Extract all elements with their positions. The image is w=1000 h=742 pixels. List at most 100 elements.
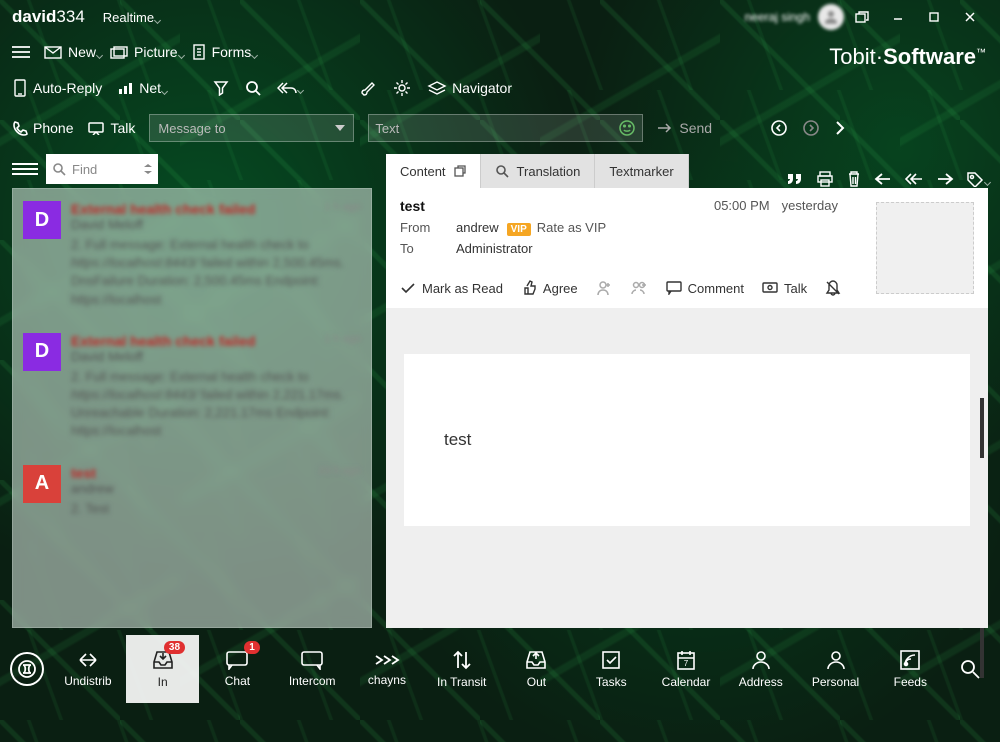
- list-item-time: 23 h ago: [318, 465, 361, 481]
- list-item-from: andrew: [71, 481, 361, 496]
- main-area: Find D External health check failed 1 h a…: [0, 150, 1000, 628]
- hamburger-menu[interactable]: [12, 45, 30, 59]
- close-button[interactable]: [952, 4, 988, 30]
- brush-icon[interactable]: [359, 80, 377, 96]
- window-tabs-icon[interactable]: [844, 4, 880, 30]
- svg-text:7: 7: [684, 659, 689, 668]
- list-item-time: 1 h ago: [324, 201, 361, 217]
- reading-pane: test 05:00 PMyesterday FromandrewVIPRate…: [386, 188, 988, 628]
- message-body-area: test: [386, 308, 988, 628]
- quote-icon[interactable]: [786, 172, 804, 186]
- talk-button[interactable]: Talk: [87, 120, 135, 136]
- list-item[interactable]: D External health check failed1 h ago Da…: [13, 321, 371, 453]
- nav-intransit[interactable]: In Transit: [425, 635, 498, 703]
- app-brand: david334: [12, 7, 85, 27]
- add-people-icon[interactable]: [630, 280, 648, 296]
- nav-in[interactable]: 38In: [126, 635, 199, 703]
- nav-calendar[interactable]: 7Calendar: [650, 635, 723, 703]
- search-icon[interactable]: [245, 80, 261, 96]
- nav-tasks[interactable]: Tasks: [575, 635, 648, 703]
- list-item-title: test: [71, 465, 96, 481]
- global-search-icon[interactable]: [951, 635, 990, 703]
- list-avatar: D: [23, 201, 61, 239]
- message-text-input[interactable]: Text: [368, 114, 643, 142]
- sender-photo-placeholder: [876, 202, 974, 294]
- list-item-from: David Meloff: [71, 349, 361, 364]
- reply-all-icon[interactable]: [277, 81, 297, 95]
- chat-badge: 1: [244, 641, 260, 654]
- nav-next-icon[interactable]: [834, 120, 846, 136]
- send-button[interactable]: Send: [657, 120, 712, 136]
- auto-reply-button[interactable]: Auto-Reply: [12, 79, 102, 97]
- user-label[interactable]: neeraj singh: [745, 4, 844, 30]
- tag-icon[interactable]: [966, 171, 984, 187]
- nav-back-icon[interactable]: [770, 119, 788, 137]
- nav-chayns[interactable]: chayns: [351, 635, 424, 703]
- search-icon: [495, 164, 509, 178]
- from-value: andrewVIPRate as VIP: [456, 220, 606, 235]
- rate-vip[interactable]: Rate as VIP: [537, 220, 606, 235]
- nav-intercom[interactable]: Intercom: [276, 635, 349, 703]
- agree-button[interactable]: Agree: [521, 280, 578, 296]
- list-item[interactable]: D External health check failed 1 h ago Da…: [13, 189, 371, 321]
- list-item-preview: 2. Test: [71, 500, 361, 518]
- forms-button[interactable]: Forms: [192, 44, 252, 60]
- list-menu-icon[interactable]: [12, 163, 38, 175]
- message-list[interactable]: D External health check failed 1 h ago Da…: [12, 188, 372, 628]
- nav-feeds[interactable]: Feeds: [874, 635, 947, 703]
- talk-action-button[interactable]: Talk: [762, 281, 807, 296]
- settings-icon[interactable]: [393, 79, 411, 97]
- emoji-icon[interactable]: [618, 119, 636, 137]
- message-to-input[interactable]: Message to: [149, 114, 354, 142]
- list-item-title: External health check failed: [71, 333, 255, 349]
- tab-translation[interactable]: Translation: [481, 154, 596, 188]
- reader-tabs: Content Translation Textmarker: [386, 150, 988, 188]
- list-item-preview: 2. Full message: External health check t…: [71, 236, 361, 309]
- app-icon[interactable]: [10, 652, 44, 686]
- list-avatar: D: [23, 333, 61, 371]
- realtime-menu[interactable]: Realtime: [103, 10, 154, 25]
- titlebar: david334 Realtime neeraj singh: [0, 0, 1000, 34]
- from-label: From: [400, 220, 438, 235]
- list-item-from: David Meloff: [71, 217, 361, 232]
- comment-button[interactable]: Comment: [666, 281, 744, 296]
- to-value: Administrator: [456, 241, 533, 256]
- list-item-preview: 2. Full message: External health check t…: [71, 368, 361, 441]
- net-button[interactable]: Net: [118, 80, 161, 96]
- list-item[interactable]: A test23 h ago andrew 2. Test: [13, 453, 371, 530]
- nav-personal[interactable]: Personal: [799, 635, 872, 703]
- minimize-button[interactable]: [880, 4, 916, 30]
- message-body: test: [404, 354, 970, 526]
- phone-button[interactable]: Phone: [12, 120, 73, 136]
- search-dropdown-icon[interactable]: [144, 164, 152, 174]
- avatar: [818, 4, 844, 30]
- nav-fwd-icon[interactable]: [802, 119, 820, 137]
- list-item-title: External health check failed: [71, 201, 255, 217]
- nav-out[interactable]: Out: [500, 635, 573, 703]
- mute-icon[interactable]: [825, 279, 841, 297]
- picture-button[interactable]: Picture: [110, 44, 178, 60]
- back-all-icon[interactable]: [904, 172, 924, 186]
- mark-read-button[interactable]: Mark as Read: [400, 281, 503, 296]
- message-header: test 05:00 PMyesterday FromandrewVIPRate…: [386, 188, 988, 268]
- tab-content[interactable]: Content: [386, 154, 481, 188]
- maximize-button[interactable]: [916, 4, 952, 30]
- add-person-icon[interactable]: [596, 280, 612, 296]
- back-arrow-icon[interactable]: [874, 172, 892, 186]
- filter-icon[interactable]: [213, 80, 229, 96]
- tab-textmarker[interactable]: Textmarker: [595, 154, 688, 188]
- new-button[interactable]: New: [44, 44, 96, 60]
- nav-undistrib[interactable]: Undistrib: [52, 635, 125, 703]
- print-icon[interactable]: [816, 171, 834, 187]
- delete-icon[interactable]: [846, 170, 862, 188]
- nav-chat[interactable]: 1Chat: [201, 635, 274, 703]
- compose-toolbar: Phone Talk Message to Text Send: [0, 106, 1000, 150]
- navigator-button[interactable]: Navigator: [427, 80, 512, 96]
- forward-arrow-icon[interactable]: [936, 172, 954, 186]
- scroll-thumb[interactable]: [980, 398, 984, 458]
- search-input[interactable]: Find: [46, 154, 158, 184]
- reader-column: Content Translation Textmarker test 05:0…: [386, 150, 988, 628]
- nav-address[interactable]: Address: [724, 635, 797, 703]
- secondary-toolbar: Auto-Reply Net Navigator: [0, 70, 1000, 106]
- popout-icon[interactable]: [454, 165, 466, 177]
